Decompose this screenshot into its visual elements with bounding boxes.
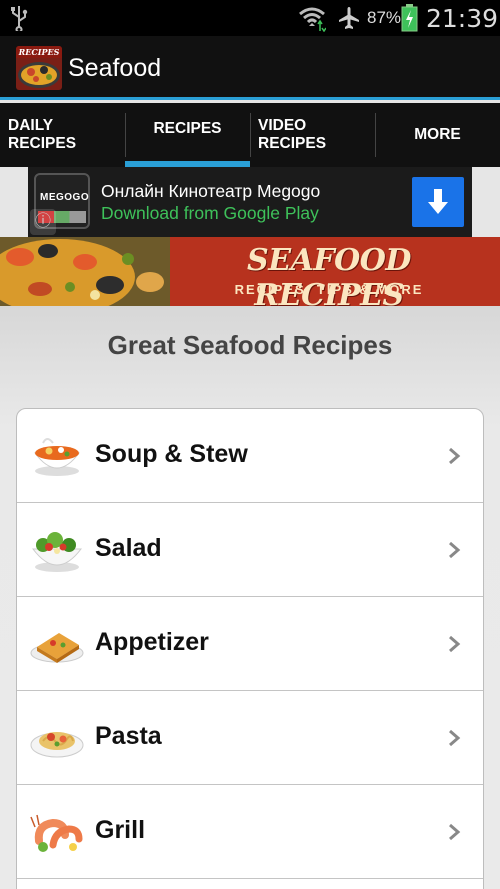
tab-bar: DAILY RECIPES RECIPES VIDEO RECIPES MORE <box>0 103 500 167</box>
chevron-right-icon <box>449 635 461 653</box>
hero-subtitle: RECIPES, TIPS & MORE <box>234 282 424 297</box>
tab-label: VIDEO RECIPES <box>258 117 327 152</box>
list-item-label: Pasta <box>95 722 162 750</box>
chevron-right-icon <box>449 541 461 559</box>
list-item-soup-stew[interactable]: Soup & Stew <box>17 409 483 503</box>
status-bar: 87% 21:39 <box>0 0 500 36</box>
section-title: Great Seafood Recipes <box>107 330 393 360</box>
wifi-icon <box>299 7 326 32</box>
grilled-shrimp-icon <box>30 814 83 852</box>
pasta-plate-icon <box>30 732 84 758</box>
chevron-right-icon <box>449 729 461 747</box>
download-arrow-icon <box>428 189 448 214</box>
tab-label: RECIPES <box>153 120 222 137</box>
ad-subtitle: Download from Google Play <box>101 203 319 223</box>
category-list: Soup & Stew Salad Appetizer Pasta Grill <box>16 408 484 889</box>
hero-banner: SEAFOOD RECIPES RECIPES, TIPS & MORE <box>0 237 500 306</box>
app-title: Seafood <box>68 54 162 82</box>
list-item-appetizer[interactable]: Appetizer <box>17 597 483 691</box>
list-item-label: Appetizer <box>95 628 209 656</box>
tab-more[interactable]: MORE <box>375 103 500 167</box>
info-icon[interactable]: ⓘ <box>30 209 56 235</box>
tab-label: MORE <box>414 126 461 143</box>
download-button[interactable] <box>412 177 464 227</box>
list-item-grill[interactable]: Grill <box>17 785 483 879</box>
tab-daily-recipes[interactable]: DAILY RECIPES <box>0 103 125 167</box>
battery-charging-icon <box>401 4 418 32</box>
chevron-right-icon <box>449 447 461 465</box>
ad-banner[interactable]: MEGOGO ⓘ Онлайн Кинотеатр Megogo Downloa… <box>28 167 472 237</box>
tab-recipes[interactable]: RECIPES <box>125 103 250 167</box>
ad-title: Онлайн Кинотеатр Megogo <box>101 181 321 201</box>
list-item-salad[interactable]: Salad <box>17 503 483 597</box>
ad-logo-text: MEGOGO <box>40 192 90 203</box>
clock: 21:39 <box>426 4 499 33</box>
seafood-photo <box>0 237 170 306</box>
airplane-icon <box>339 7 359 29</box>
list-item-label: Salad <box>95 534 162 562</box>
tab-label: DAILY RECIPES <box>8 117 77 152</box>
app-icon[interactable]: RECIPES <box>16 46 62 90</box>
battery-percent: 87% <box>367 8 402 27</box>
list-item-label: Grill <box>95 816 146 844</box>
usb-icon <box>11 6 28 31</box>
app-icon-label: RECIPES <box>18 47 60 57</box>
chevron-right-icon <box>449 823 461 841</box>
tab-video-recipes[interactable]: VIDEO RECIPES <box>250 103 375 167</box>
appetizer-plate-icon <box>30 633 84 663</box>
list-item-pasta[interactable]: Pasta <box>17 691 483 785</box>
action-bar: RECIPES Seafood <box>0 36 500 100</box>
salad-bowl-icon <box>31 532 83 572</box>
list-item-label: Soup & Stew <box>95 440 248 468</box>
soup-bowl-icon <box>34 438 80 476</box>
main-content: Great Seafood Recipes Soup & Stew Salad … <box>0 306 500 889</box>
